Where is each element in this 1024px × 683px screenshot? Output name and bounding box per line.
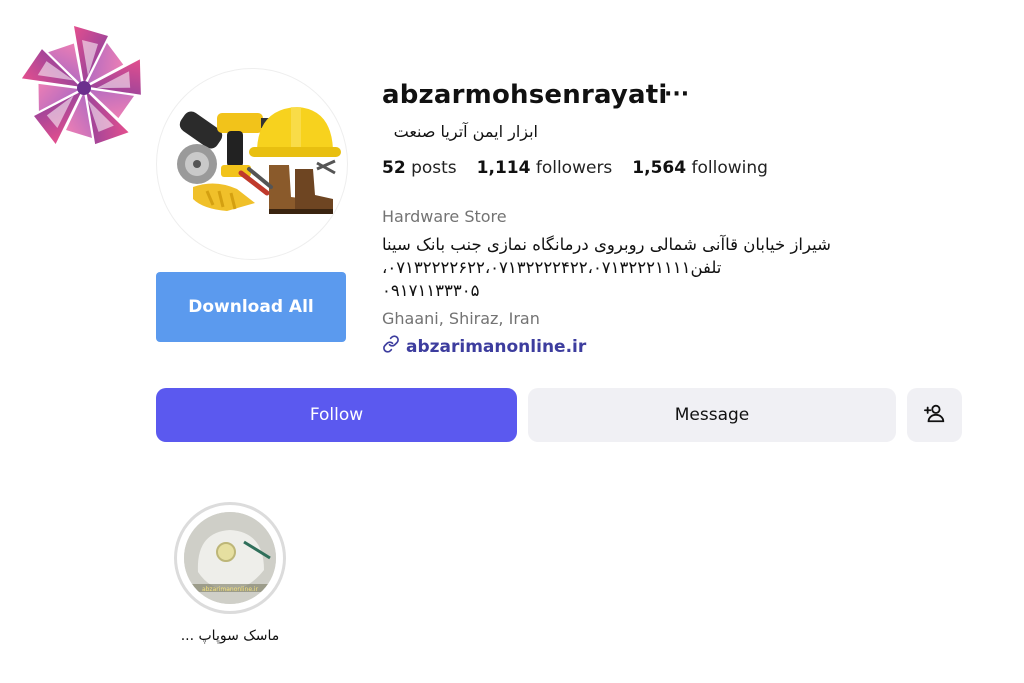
story-highlight[interactable]: abzarimanonline.ir ماسک سوپاپ ... [168, 502, 292, 644]
profile-avatar[interactable] [156, 68, 348, 260]
following-label: following [691, 158, 768, 178]
download-all-button[interactable]: Download All [156, 272, 346, 342]
profile-username: abzarmohsenrayati [382, 80, 668, 110]
person-add-icon [923, 402, 946, 428]
profile-address: Ghaani, Shiraz, Iran [382, 309, 540, 328]
profile-bio: شیراز خیابان قاآنی شمالی روبروی درمانگاه… [382, 233, 852, 302]
followers-label: followers [535, 158, 613, 178]
posts-label: posts [411, 158, 457, 178]
following-count: 1,564 [632, 158, 687, 178]
highlight-image: abzarimanonline.ir [184, 512, 276, 604]
follow-button[interactable]: Follow [156, 388, 517, 442]
suggest-accounts-button[interactable] [907, 388, 962, 442]
posts-stat[interactable]: 52 posts [382, 158, 457, 178]
tools-illustration [177, 107, 341, 214]
profile-full-name: ابزار ایمن آتریا صنعت [393, 122, 538, 141]
profile-website-link[interactable]: abzarimanonline.ir [382, 335, 586, 358]
followers-stat[interactable]: 1,114 followers [477, 158, 613, 178]
profile-category: Hardware Store [382, 207, 507, 226]
website-text: abzarimanonline.ir [406, 336, 587, 357]
bio-line: تلفن۰۷۱۳۲۲۲۲۶۲۲،۰۷۱۳۲۲۲۲۴۲۲،۰۷۱۳۲۲۲۱۱۱۱، [382, 258, 722, 277]
brand-logo [12, 16, 156, 156]
highlight-label: ماسک سوپاپ ... [180, 628, 280, 644]
bio-line: شیراز خیابان قاآنی شمالی روبروی درمانگاه… [382, 235, 831, 254]
highlight-ring: abzarimanonline.ir [174, 502, 286, 614]
message-button[interactable]: Message [528, 388, 896, 442]
bio-line: ۰۹۱۷۱۱۳۳۳۰۵ [382, 281, 480, 300]
profile-stats: 52 posts 1,114 followers 1,564 following [382, 158, 768, 178]
more-options-icon[interactable]: ··· [664, 82, 689, 107]
link-icon [382, 335, 400, 358]
following-stat[interactable]: 1,564 following [632, 158, 768, 178]
followers-count: 1,114 [476, 158, 531, 178]
highlight-watermark: abzarimanonline.ir [202, 586, 259, 593]
posts-count: 52 [382, 158, 406, 178]
